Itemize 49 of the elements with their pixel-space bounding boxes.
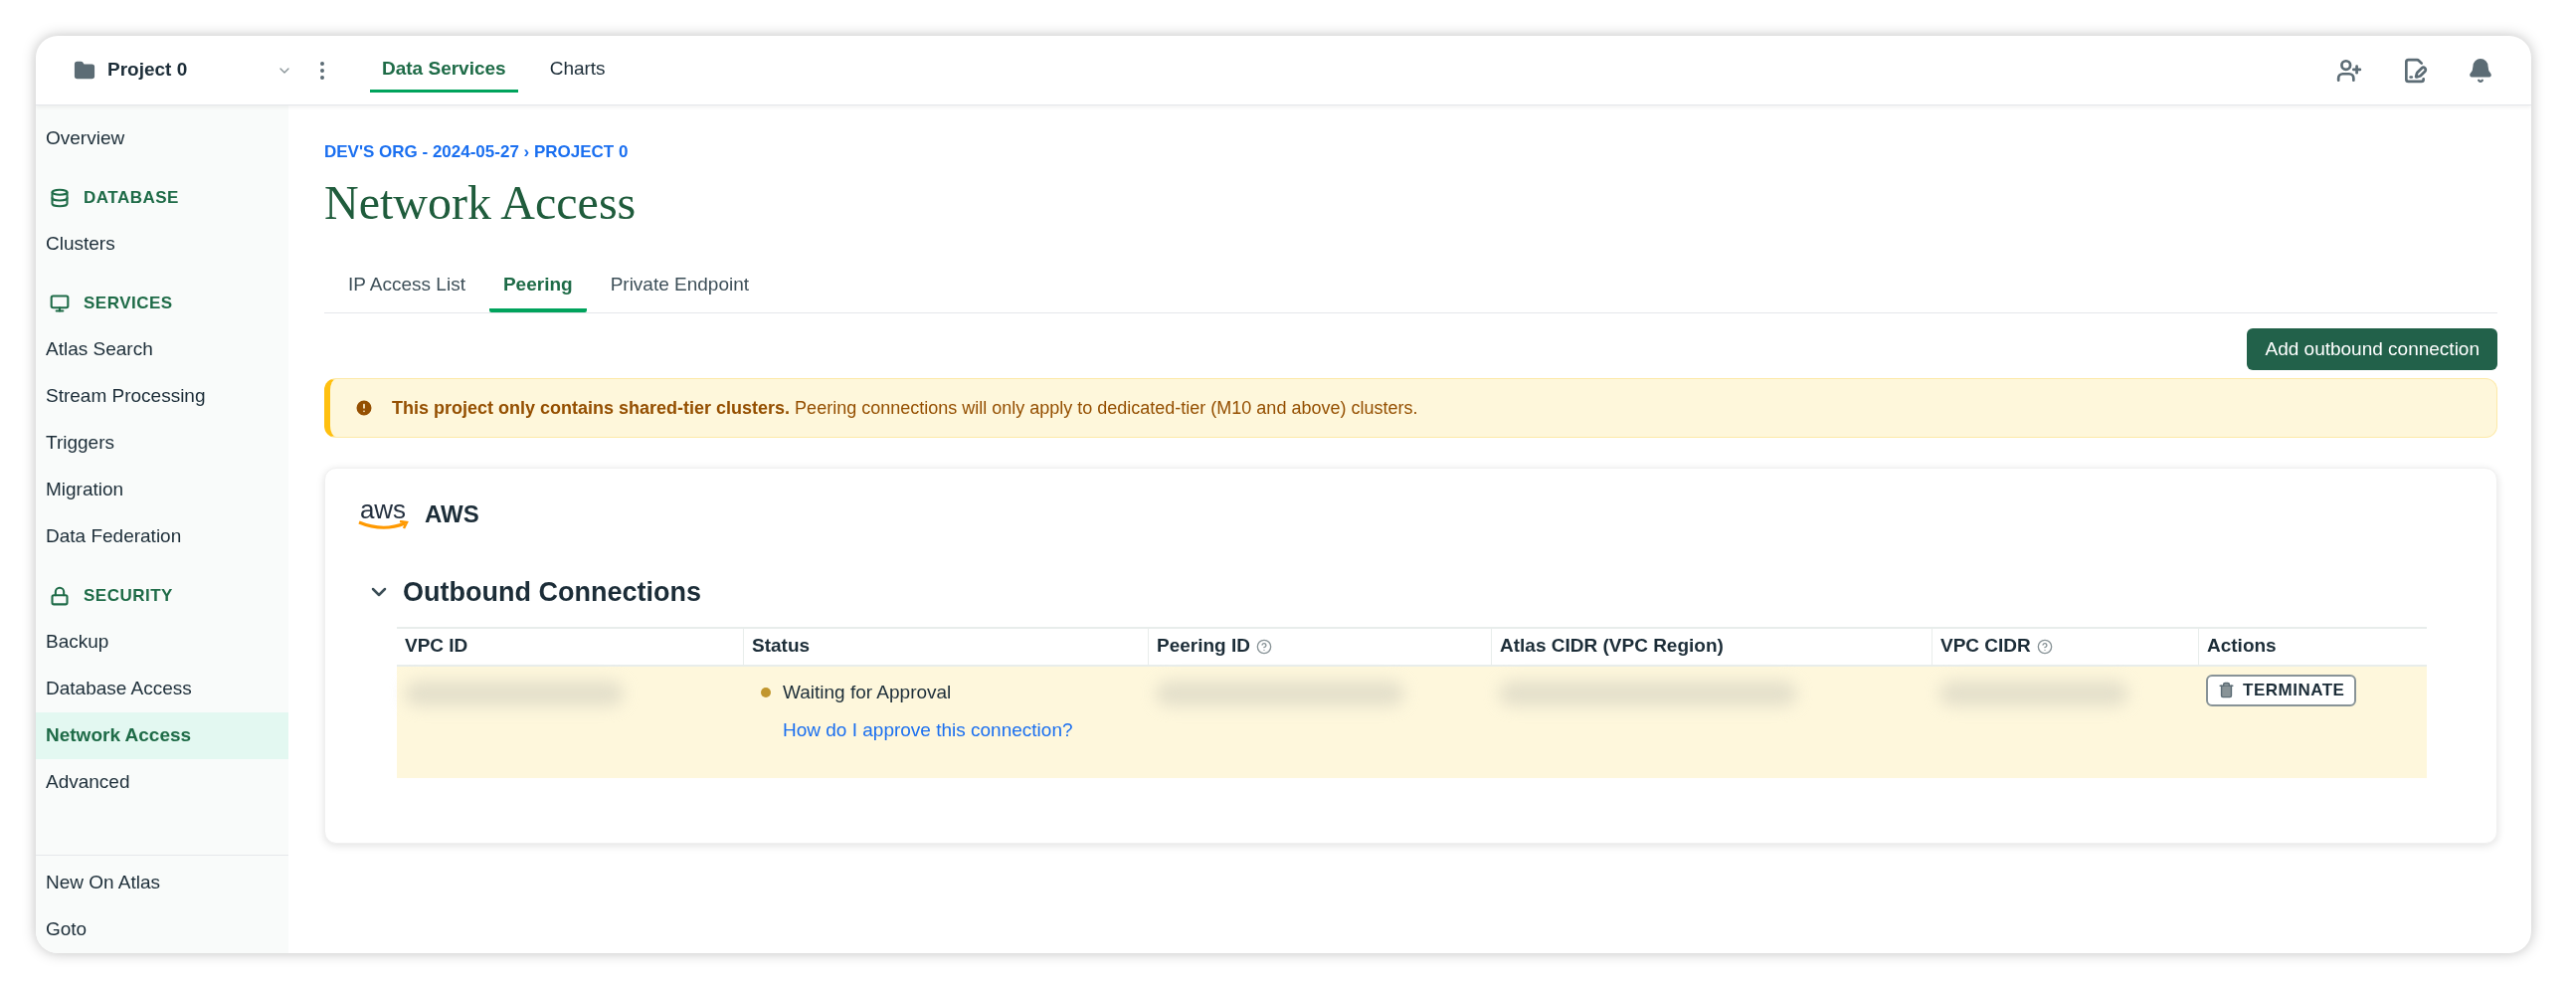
column-header: Status [752,634,811,659]
sidebar-item[interactable]: Data Federation [36,513,288,560]
lock-icon [50,585,70,606]
sidebar-item[interactable]: Database Access [36,666,288,712]
terminate-button[interactable]: TERMINATE [2206,674,2357,706]
tab[interactable]: Private Endpoint [596,261,764,312]
breadcrumb[interactable]: DEV'S ORG - 2024-05-27 › PROJECT 0 [324,141,2497,163]
section-heading: SECURITY [84,584,173,607]
column-header: VPC ID [405,634,468,659]
warning-icon [354,398,374,418]
trash-icon [2218,682,2235,698]
provider-name: AWS [425,499,479,529]
sidebar-item[interactable]: Triggers [36,420,288,467]
add-connection-button[interactable]: Add outbound connection [2247,328,2497,370]
sidebar-item[interactable]: Atlas Search [36,326,288,373]
sidebar-item[interactable]: Stream Processing [36,373,288,420]
page-title: Network Access [324,175,638,231]
column-header: VPC CIDR [1940,634,2031,659]
sidebar-item[interactable]: Network Access [36,712,288,759]
nav-tab[interactable]: Charts [537,48,618,93]
tab[interactable]: Peering [488,261,587,312]
database-icon [50,187,70,208]
section-heading: SERVICES [84,292,173,314]
sidebar-item[interactable]: New On Atlas [36,860,288,906]
monitor-icon [50,293,70,313]
sidebar-item[interactable]: Clusters [36,221,288,268]
help-icon[interactable] [1256,638,1272,655]
nav-tab[interactable]: Data Services [370,48,518,93]
signed-document-icon[interactable] [2402,57,2428,84]
folder-icon [74,59,95,82]
tab[interactable]: IP Access List [334,261,479,312]
help-link[interactable]: How do I approve this connection? [783,716,1148,745]
sidebar-item[interactable]: Advanced [36,759,288,806]
help-icon[interactable] [2036,638,2053,655]
sidebar-item[interactable]: Backup [36,619,288,666]
sidebar-item[interactable]: Migration [36,467,288,513]
add-user-icon[interactable] [2336,57,2362,84]
column-header: Peering ID [1157,634,1250,659]
status-text: Waiting for Approval [783,680,952,704]
section-heading: DATABASE [84,186,179,209]
column-header: Atlas CIDR (VPC Region) [1500,634,1724,659]
column-header: Actions [2207,634,2277,659]
aws-logo: aws [355,498,411,530]
notification-bell-icon[interactable] [2468,57,2493,84]
warning-message: This project only contains shared-tier clusters. Peering connections will only apply to dedicated-tier (M10 and above) clusters. [392,396,1418,420]
sidebar-item[interactable]: Goto [36,906,288,953]
project-selector[interactable]: Project 0 [36,36,306,104]
sidebar-item[interactable]: Overview [36,115,288,162]
section-title: Outbound Connections [403,576,701,609]
